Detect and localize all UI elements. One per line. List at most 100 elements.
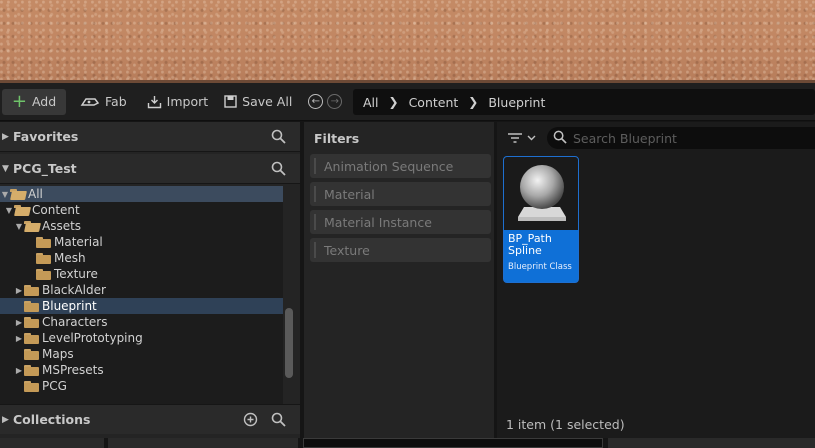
filter-material[interactable]: Material xyxy=(310,182,491,206)
search-icon[interactable] xyxy=(271,129,286,147)
folder-icon xyxy=(24,284,40,296)
tree-item-label: Characters xyxy=(42,315,108,329)
tree-item-label: Material xyxy=(54,235,103,249)
caret-right-icon: ▶ xyxy=(2,414,9,425)
asset-name: BP_Path Spline xyxy=(508,232,552,257)
console-input[interactable] xyxy=(303,438,603,448)
bottom-tab[interactable] xyxy=(108,438,298,448)
caret-down-icon[interactable]: ▼ xyxy=(14,222,24,231)
filters-title: Filters xyxy=(314,130,360,146)
search-placeholder: Search Blueprint xyxy=(573,130,677,146)
tree-item-material[interactable]: Material xyxy=(0,234,283,250)
blueprint-sphere-icon xyxy=(518,165,566,221)
tree-item-characters[interactable]: ▶ Characters xyxy=(0,314,283,330)
caret-right-icon[interactable]: ▶ xyxy=(14,334,24,343)
back-arrow-icon[interactable]: ← xyxy=(308,94,324,109)
folder-open-icon xyxy=(14,204,30,216)
caret-down-icon[interactable]: ▼ xyxy=(4,206,14,215)
tree-item-levelprototyping[interactable]: ▶ LevelPrototyping xyxy=(0,330,283,346)
tree-item-maps[interactable]: Maps xyxy=(0,346,283,362)
add-button[interactable]: + Add xyxy=(2,88,66,115)
caret-right-icon: ▶ xyxy=(2,131,9,142)
folder-icon xyxy=(36,252,52,264)
breadcrumb: All ❯ Content ❯ Blueprint xyxy=(353,89,815,115)
favorites-label: Favorites xyxy=(13,129,79,144)
caret-down-icon[interactable]: ▼ xyxy=(0,190,10,199)
breadcrumb-content[interactable]: Content xyxy=(409,95,459,110)
tree-item-pcg[interactable]: PCG xyxy=(0,378,283,394)
bottom-tab[interactable] xyxy=(608,438,815,448)
search-icon xyxy=(553,130,567,147)
tree-item-label: Assets xyxy=(42,219,82,233)
tree-item-texture[interactable]: Texture xyxy=(0,266,283,282)
folder-icon xyxy=(36,236,52,248)
folder-open-icon xyxy=(10,188,26,200)
tree-item-label: Content xyxy=(32,203,80,217)
import-label: Import xyxy=(166,94,209,109)
folder-icon xyxy=(24,348,40,360)
favorites-header[interactable]: ▶ Favorites xyxy=(0,122,300,152)
status-text: 1 item (1 selected) xyxy=(506,417,625,432)
project-label: PCG_Test xyxy=(13,161,77,176)
search-icon[interactable] xyxy=(271,412,286,430)
save-icon xyxy=(224,95,237,108)
plus-icon: + xyxy=(11,90,27,112)
tree-item-label: All xyxy=(28,187,43,201)
project-header[interactable]: ▼ PCG_Test xyxy=(0,154,300,184)
folder-icon xyxy=(24,316,40,328)
search-icon[interactable] xyxy=(271,161,286,179)
folder-open-icon xyxy=(24,220,40,232)
tree-item-label: Mesh xyxy=(54,251,86,265)
folder-tree: ▼ All ▼ Content ▼ Assets Material Mesh Texture ▶ B… xyxy=(0,186,283,406)
asset-thumbnail xyxy=(504,157,578,230)
tree-item-mspresets[interactable]: ▶ MSPresets xyxy=(0,362,283,378)
content-browser-toolbar: + Add Fab Import Save All ← → All ❯ Cont… xyxy=(0,83,815,121)
tree-item-blueprint[interactable]: Blueprint xyxy=(0,298,283,314)
collections-label: Collections xyxy=(13,412,91,427)
fab-icon xyxy=(80,96,100,108)
tree-item-label: LevelPrototyping xyxy=(42,331,143,345)
collections-header[interactable]: ▶ Collections xyxy=(0,404,300,434)
chevron-right-icon[interactable]: ❯ xyxy=(389,95,399,109)
add-collection-icon[interactable] xyxy=(243,412,258,430)
tree-item-label: BlackAlder xyxy=(42,283,106,297)
tree-item-label: Blueprint xyxy=(42,299,97,313)
asset-type: Blueprint Class xyxy=(508,262,572,272)
asset-tile[interactable]: BP_Path Spline Blueprint Class xyxy=(503,156,579,283)
save-all-button[interactable]: Save All xyxy=(216,89,300,115)
import-button[interactable]: Import xyxy=(139,89,217,115)
folder-icon xyxy=(36,268,52,280)
filter-material-instance[interactable]: Material Instance xyxy=(310,210,491,234)
caret-right-icon[interactable]: ▶ xyxy=(14,286,24,295)
tree-item-all[interactable]: ▼ All xyxy=(0,186,283,202)
tree-item-blackalder[interactable]: ▶ BlackAlder xyxy=(0,282,283,298)
import-icon xyxy=(147,95,162,109)
tree-scrollbar[interactable] xyxy=(285,308,293,378)
caret-right-icon[interactable]: ▶ xyxy=(14,318,24,327)
tree-item-label: PCG xyxy=(42,379,67,393)
filter-texture[interactable]: Texture xyxy=(310,238,491,262)
folder-icon xyxy=(24,380,40,392)
chevron-right-icon[interactable]: ❯ xyxy=(468,95,478,109)
fab-button[interactable]: Fab xyxy=(72,89,135,115)
level-viewport[interactable] xyxy=(0,0,815,83)
tree-item-assets[interactable]: ▼ Assets xyxy=(0,218,283,234)
breadcrumb-all[interactable]: All xyxy=(363,95,379,110)
tree-item-mesh[interactable]: Mesh xyxy=(0,250,283,266)
bottom-bar xyxy=(0,438,815,448)
search-input[interactable]: Search Blueprint xyxy=(547,127,815,149)
caret-down-icon: ▼ xyxy=(2,163,9,174)
filters-panel: Filters Animation Sequence Material Mate… xyxy=(304,122,494,438)
filter-icon[interactable] xyxy=(507,132,536,144)
asset-view: Search Blueprint BP_Path Spline Blueprin… xyxy=(497,122,815,438)
add-label: Add xyxy=(31,94,57,109)
caret-right-icon[interactable]: ▶ xyxy=(14,366,24,375)
fab-label: Fab xyxy=(105,94,127,109)
sources-panel: ▶ Favorites ▼ PCG_Test ▼ All ▼ Content ▼ Asse… xyxy=(0,122,300,438)
bottom-tab[interactable] xyxy=(0,438,104,448)
tree-item-content[interactable]: ▼ Content xyxy=(0,202,283,218)
filter-animation-sequence[interactable]: Animation Sequence xyxy=(310,154,491,178)
breadcrumb-blueprint[interactable]: Blueprint xyxy=(488,95,545,110)
save-all-label: Save All xyxy=(242,94,293,109)
forward-arrow-icon[interactable]: → xyxy=(327,94,343,109)
